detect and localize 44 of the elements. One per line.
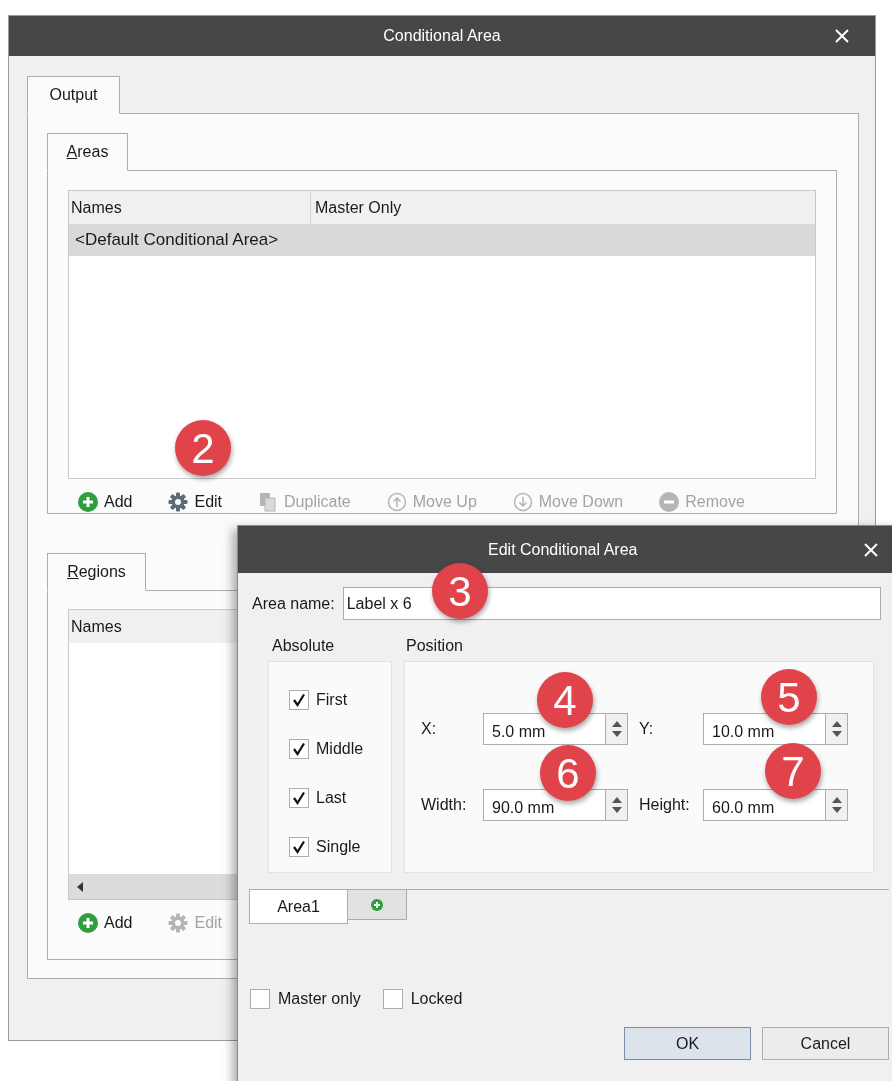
- dialog-button[interactable]: OK: [624, 1027, 751, 1060]
- tab[interactable]: Area1: [249, 890, 348, 924]
- spin-field[interactable]: 10.0 mm: [703, 713, 826, 745]
- plus-circle-icon: [371, 898, 383, 911]
- tab[interactable]: Output: [27, 76, 120, 114]
- checkbox-label: Master only: [278, 989, 361, 1009]
- spinner-arrows-icon[interactable]: [611, 720, 622, 738]
- add-tab-button[interactable]: [348, 890, 407, 920]
- tab[interactable]: Regions: [47, 553, 146, 591]
- list-row[interactable]: <Default Conditional Area>: [69, 224, 815, 256]
- checkbox[interactable]: [250, 989, 270, 1009]
- add-button[interactable]: Add: [78, 912, 133, 934]
- group-label: Position: [406, 636, 464, 656]
- edit-button[interactable]: Edit: [168, 491, 223, 513]
- dialog-button[interactable]: Cancel: [762, 1027, 889, 1060]
- checkbox[interactable]: [289, 739, 309, 759]
- checkbox-label: Last: [316, 788, 347, 808]
- window-title: Edit Conditional Area: [488, 539, 638, 560]
- field-label: Height:: [639, 795, 691, 815]
- checkbox-label: Middle: [316, 739, 364, 759]
- field-label: Y:: [639, 719, 655, 739]
- tab[interactable]: Areas: [47, 133, 128, 171]
- checkbox-label: Single: [316, 837, 361, 857]
- add-button[interactable]: Add: [78, 491, 133, 513]
- spinner-arrows-icon[interactable]: [611, 796, 622, 814]
- checkbox-label: First: [316, 690, 348, 710]
- column-header[interactable]: Master Only: [311, 191, 815, 224]
- spin-field[interactable]: 60.0 mm: [703, 789, 826, 821]
- window-title: Conditional Area: [383, 26, 501, 46]
- gear-icon: [168, 913, 189, 933]
- close-icon[interactable]: [864, 543, 878, 557]
- checkbox-label: Locked: [410, 989, 463, 1009]
- checkbox[interactable]: [289, 837, 309, 857]
- checkbox[interactable]: [382, 989, 403, 1009]
- field-label: Width:: [421, 795, 468, 815]
- close-icon[interactable]: [835, 29, 849, 43]
- spinner-arrows-icon[interactable]: [831, 720, 842, 738]
- spinner-arrows-icon[interactable]: [831, 796, 842, 814]
- field-label: X:: [421, 719, 438, 739]
- plus-circle-icon: [78, 913, 98, 933]
- spin-field[interactable]: 90.0 mm: [483, 789, 606, 821]
- checkbox[interactable]: [289, 788, 309, 808]
- scroll-left-icon[interactable]: [77, 881, 84, 892]
- checkbox[interactable]: [289, 690, 309, 710]
